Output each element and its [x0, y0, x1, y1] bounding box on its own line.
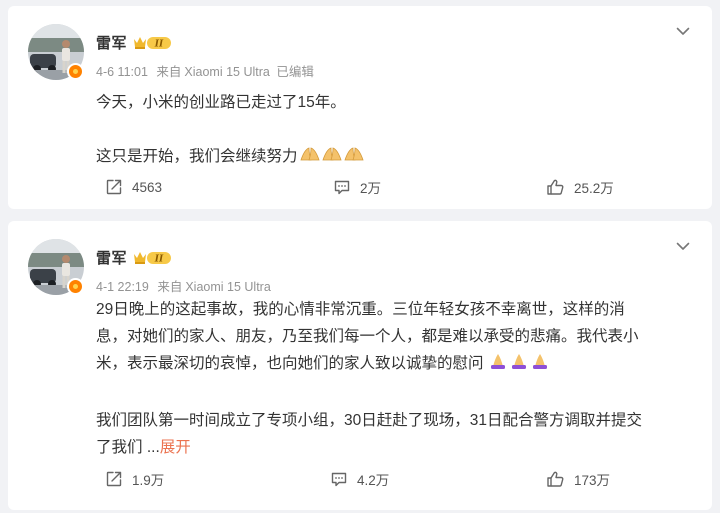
- repost-count: 1.9万: [132, 473, 165, 488]
- praying-hands-icon: [490, 351, 554, 380]
- comment-button[interactable]: 2万: [333, 176, 381, 198]
- post-text: 29日晚上的这起事故，我的心情非常沉重。三位年轻女孩不幸离世，这样的消 息，对她…: [96, 296, 696, 461]
- member-level-badge[interactable]: II: [131, 34, 173, 51]
- source-device[interactable]: Xiaomi 15 Ultra: [184, 65, 269, 79]
- post-meta: 4-1 22:19 来自 Xiaomi 15 Ultra: [96, 276, 271, 295]
- like-icon: [546, 470, 565, 488]
- comment-button[interactable]: 4.2万: [330, 468, 389, 490]
- chevron-down-icon[interactable]: [675, 23, 691, 39]
- folded-hands-icon: [299, 144, 365, 173]
- post-date[interactable]: 4-1 22:19: [96, 280, 149, 294]
- action-bar: 4563 2万 25.2万: [8, 176, 712, 198]
- post-date[interactable]: 4-6 11:01: [96, 65, 148, 79]
- post-line-truncated: 了我们 ...展开: [96, 434, 696, 461]
- post-line: [96, 380, 696, 407]
- repost-count: 4563: [132, 179, 163, 195]
- comment-count: 4.2万: [357, 473, 390, 488]
- post-line-with-emoji: 米，表示最深切的哀悼，也向她们的家人致以诚挚的慰问: [96, 350, 696, 380]
- post-line-text: 米，表示最深切的哀悼，也向她们的家人致以诚挚的慰问: [96, 355, 484, 372]
- post-line-text: 了我们: [96, 439, 143, 456]
- comment-icon: [333, 178, 351, 196]
- source-device[interactable]: Xiaomi 15 Ultra: [185, 280, 270, 294]
- post-text: 今天，小米的创业路已走过了15年。 这只是开始，我们会继续努力: [96, 89, 696, 173]
- post-paragraph-text: 这只是开始，我们会继续努力: [96, 148, 298, 165]
- level-badge-text: II: [154, 254, 164, 264]
- source-prefix: 来自: [157, 280, 183, 294]
- comment-icon: [330, 470, 348, 488]
- expand-link[interactable]: 展开: [160, 439, 191, 456]
- repost-icon: [105, 178, 123, 196]
- chevron-down-icon[interactable]: [675, 238, 691, 254]
- repost-button[interactable]: 4563: [105, 176, 162, 198]
- repost-icon: [105, 470, 123, 488]
- author-name[interactable]: 雷军: [96, 247, 127, 268]
- author-name[interactable]: 雷军: [96, 32, 127, 53]
- ellipsis: ...: [146, 439, 160, 456]
- post-line: 29日晚上的这起事故，我的心情非常沉重。三位年轻女孩不幸离世，这样的消: [96, 301, 625, 318]
- edited-label[interactable]: 已编辑: [276, 65, 314, 79]
- like-button[interactable]: 173万: [546, 468, 610, 490]
- member-level-badge[interactable]: II: [131, 249, 173, 266]
- verified-badge-icon: [67, 63, 84, 80]
- post-line: 我们团队第一时间成立了专项小组，30日赶赴了现场，31日配合警方调取并提交: [96, 412, 642, 429]
- action-bar: 1.9万 4.2万 173万: [8, 468, 712, 490]
- post-line: 息，对她们的家人、朋友，乃至我们每一个人，都是难以承受的悲痛。我代表小: [96, 328, 639, 345]
- source-prefix: 来自: [156, 65, 182, 79]
- like-button[interactable]: 25.2万: [546, 176, 614, 198]
- post-paragraph: [96, 116, 696, 143]
- weibo-post-card: 雷军 II 4-6 11:01 来自 Xiaomi 15 Ultra 已编辑 今天…: [8, 6, 712, 209]
- weibo-post-card: 雷军 II 4-1 22:19 来自 Xiaomi 15 Ultra 29日晚上的…: [8, 221, 712, 510]
- like-count: 25.2万: [574, 181, 614, 196]
- like-icon: [546, 178, 565, 196]
- level-badge-text: II: [154, 39, 164, 49]
- post-meta: 4-6 11:01 来自 Xiaomi 15 Ultra 已编辑: [96, 61, 314, 80]
- post-paragraph: 今天，小米的创业路已走过了15年。: [96, 94, 346, 111]
- like-count: 173万: [574, 473, 611, 488]
- verified-badge-icon: [67, 278, 84, 295]
- repost-button[interactable]: 1.9万: [105, 468, 164, 490]
- post-paragraph-with-emoji: 这只是开始，我们会继续努力: [96, 143, 696, 173]
- comment-count: 2万: [360, 181, 382, 196]
